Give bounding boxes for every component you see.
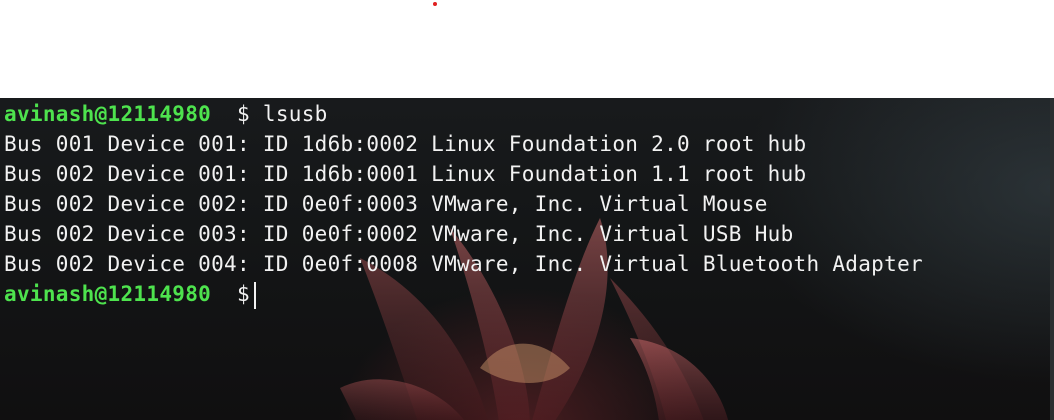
terminal-window[interactable]: avinash@12114980 $ lsusb Bus 001 Device …: [0, 98, 1054, 420]
output-line: Bus 002 Device 003: ID 0e0f:0002 VMware,…: [4, 222, 794, 246]
red-dot-marker: [433, 2, 437, 6]
desktop-area: [0, 0, 1054, 98]
output-line: Bus 002 Device 004: ID 0e0f:0008 VMware,…: [4, 252, 923, 276]
prompt-user: avinash@12114980: [4, 282, 212, 306]
text-cursor: [253, 281, 256, 309]
prompt-line-command: avinash@12114980 $ lsusb: [4, 99, 923, 129]
output-line: Bus 001 Device 001: ID 1d6b:0002 Linux F…: [4, 132, 807, 156]
prompt-user: avinash@12114980: [4, 102, 212, 126]
scrollbar-edge[interactable]: [1050, 98, 1054, 420]
output-line: Bus 002 Device 001: ID 1d6b:0001 Linux F…: [4, 162, 807, 186]
prompt-line-current[interactable]: avinash@12114980 $: [4, 279, 923, 309]
prompt-symbol: $: [236, 282, 250, 306]
command-text: lsusb: [262, 102, 328, 126]
terminal-output: avinash@12114980 $ lsusb Bus 001 Device …: [4, 99, 923, 309]
output-line: Bus 002 Device 002: ID 0e0f:0003 VMware,…: [4, 192, 768, 216]
prompt-symbol: $: [236, 102, 250, 126]
